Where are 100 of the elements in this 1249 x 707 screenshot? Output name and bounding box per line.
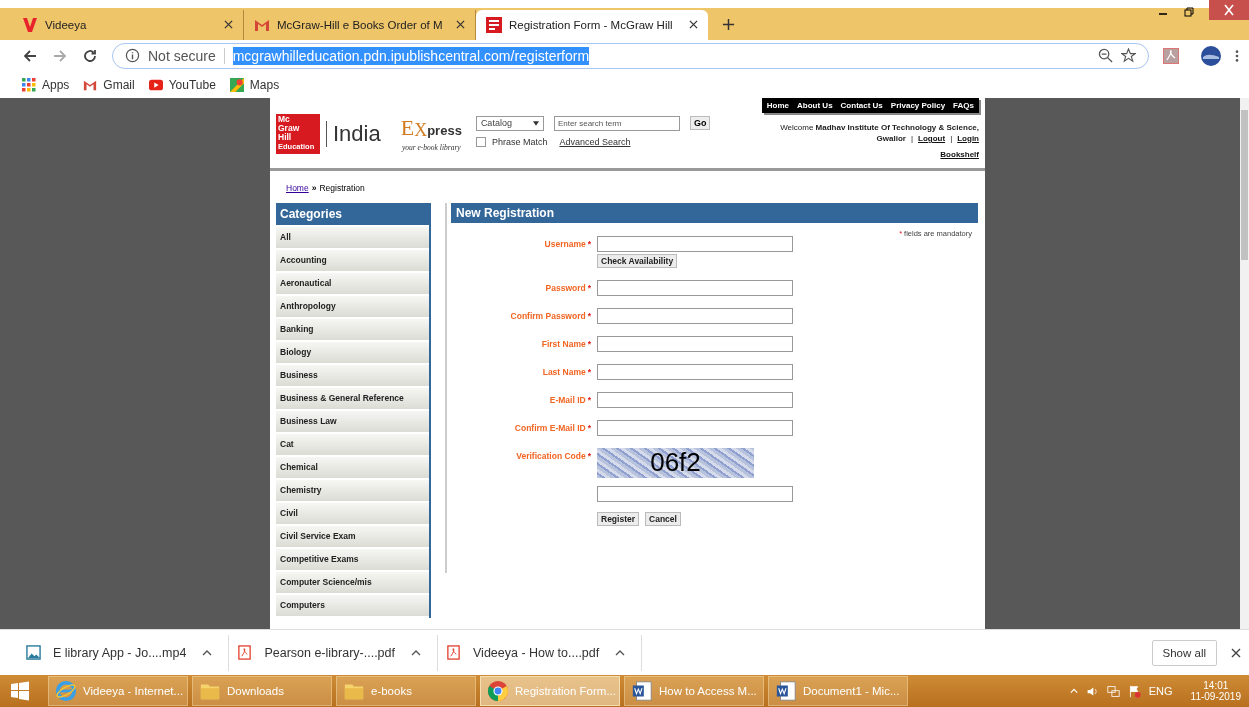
nav-link[interactable]: Privacy Policy: [890, 100, 946, 110]
apps-grid-icon[interactable]: [22, 77, 36, 92]
date-text: 11-09-2019: [1190, 691, 1241, 702]
back-icon[interactable]: [22, 47, 38, 64]
scrollbar[interactable]: [1240, 97, 1249, 630]
form-button[interactable]: Register: [597, 511, 639, 526]
bookmark-link[interactable]: Gmail: [103, 77, 135, 92]
close-icon[interactable]: [1231, 647, 1241, 658]
category-item[interactable]: Business & General Reference: [276, 387, 429, 409]
categories-heading: Categories: [276, 202, 429, 225]
menu-icon[interactable]: [1235, 48, 1239, 63]
download-item[interactable]: Videeya - How to....pdf: [438, 634, 643, 671]
nav-link[interactable]: About Us: [797, 100, 833, 110]
bookmark-link[interactable]: Apps: [42, 77, 70, 92]
category-item[interactable]: Banking: [276, 318, 429, 340]
welcome-text: Gwalior: [876, 132, 906, 144]
network-icon[interactable]: [1106, 684, 1120, 698]
advanced-search-link[interactable]: Advanced Search: [559, 136, 631, 147]
pdf-file-icon: [237, 645, 253, 661]
text-field[interactable]: [597, 391, 793, 408]
close-icon[interactable]: [456, 20, 465, 30]
category-item[interactable]: Chemical: [276, 456, 429, 478]
account-link[interactable]: Login: [957, 132, 979, 144]
browser-e-icon: [55, 680, 77, 702]
field-label: First Name: [541, 338, 586, 349]
show-all-button[interactable]: Show all: [1151, 639, 1217, 666]
category-item[interactable]: Computer Science/mis: [276, 571, 429, 593]
profile-avatar[interactable]: [1201, 45, 1221, 66]
bookmark-link[interactable]: YouTube: [168, 77, 216, 92]
check-availability-button[interactable]: Check Availability: [597, 253, 678, 268]
breadcrumb-link[interactable]: Home: [286, 182, 309, 193]
close-icon[interactable]: [224, 20, 233, 30]
publisher-logo-icon: [486, 16, 502, 33]
go-button[interactable]: Go: [689, 116, 711, 131]
text-field[interactable]: [597, 235, 793, 252]
category-item[interactable]: Cat: [276, 433, 429, 455]
download-item[interactable]: Pearson e-library-....pdf: [229, 634, 438, 671]
map-pin-icon[interactable]: [229, 77, 244, 92]
text-field[interactable]: [597, 279, 793, 296]
dropdown-arrow-icon: [532, 120, 539, 126]
play-button-icon[interactable]: [148, 77, 163, 92]
captcha-code: 06f2: [650, 447, 701, 479]
forward-icon[interactable]: [52, 47, 68, 64]
time-text: 14:01: [1203, 680, 1229, 691]
form-button[interactable]: Cancel: [645, 511, 681, 526]
pdf-extension-icon[interactable]: [1163, 47, 1179, 64]
flag-icon[interactable]: [1127, 684, 1141, 698]
chevron-up-icon[interactable]: [202, 649, 213, 656]
account-link[interactable]: Logout: [918, 132, 946, 144]
bookmark-link[interactable]: Maps: [249, 77, 280, 92]
phrase-match-checkbox[interactable]: [475, 136, 486, 147]
catalog-dropdown[interactable]: Catalog: [475, 115, 544, 131]
star-icon[interactable]: [1121, 48, 1136, 64]
category-item[interactable]: All: [276, 226, 429, 248]
category-item[interactable]: Anthropology: [276, 295, 429, 317]
category-item[interactable]: Aeronautical: [276, 272, 429, 294]
category-item[interactable]: Chemistry: [276, 479, 429, 501]
new-tab-icon[interactable]: [722, 17, 735, 31]
nav-link[interactable]: FAQs: [953, 100, 974, 110]
required-mark: *: [587, 366, 591, 377]
chevron-up-icon[interactable]: [615, 649, 626, 656]
taskbar-label: e-books: [371, 685, 412, 697]
chevron-up-icon[interactable]: [411, 649, 421, 656]
text-field[interactable]: [597, 307, 793, 324]
category-item[interactable]: Accounting: [276, 249, 429, 271]
category-item[interactable]: Business Law: [276, 410, 429, 432]
zoom-out-icon[interactable]: [1098, 48, 1113, 64]
category-item[interactable]: Civil Service Exam: [276, 525, 429, 547]
captcha-field[interactable]: [597, 485, 793, 502]
form-heading: New Registration: [451, 202, 978, 223]
taskbar-label: How to Access M...: [659, 685, 757, 697]
required-mark: *: [587, 422, 591, 433]
nav-link[interactable]: Contact Us: [840, 100, 883, 110]
region-text: India: [326, 120, 381, 147]
browser-tab[interactable]: Registration Form - McGraw Hill: [476, 9, 708, 40]
pdf-file-icon: [446, 645, 461, 661]
nav-link[interactable]: Home: [766, 100, 790, 110]
restore-icon[interactable]: [1183, 6, 1195, 18]
required-mark: *: [587, 238, 591, 249]
download-name: E library App - Jo....mp4: [53, 645, 187, 660]
text-field[interactable]: [597, 363, 793, 380]
breadcrumb-separator: »: [311, 182, 317, 193]
category-item[interactable]: Civil: [276, 502, 429, 524]
close-icon[interactable]: [689, 20, 698, 30]
url-text: mcgrawhilleducation.pdn.ipublishcentral.com/registerform: [232, 46, 590, 65]
text-field[interactable]: [597, 419, 793, 436]
info-icon[interactable]: [125, 48, 140, 64]
windows-start-icon[interactable]: [10, 681, 30, 701]
category-item[interactable]: Business: [276, 364, 429, 386]
text-field[interactable]: [597, 335, 793, 352]
close-window-icon[interactable]: [1209, 0, 1249, 20]
field-label: Username: [544, 238, 586, 249]
category-item[interactable]: Biology: [276, 341, 429, 363]
browser-tab[interactable]: Videeya: [12, 9, 244, 40]
reload-icon[interactable]: [82, 47, 98, 64]
search-field[interactable]: Enter search term: [553, 115, 680, 131]
category-item[interactable]: Competitive Exams: [276, 548, 429, 570]
bookshelf-link[interactable]: Bookshelf: [940, 149, 979, 159]
download-item[interactable]: E library App - Jo....mp4: [18, 634, 230, 671]
category-item[interactable]: Computers: [276, 594, 429, 616]
